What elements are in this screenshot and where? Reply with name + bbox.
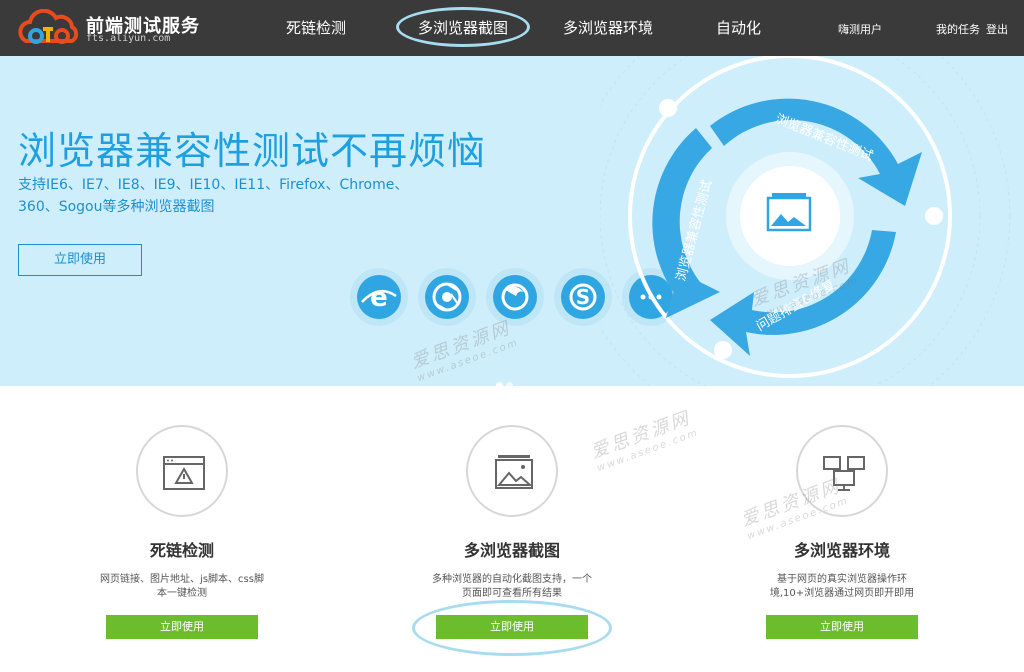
warning-window-icon: [162, 451, 206, 495]
feature-title: 死链检测: [64, 537, 300, 561]
top-nav: 前端测试服务 fts.aliyun.com 死链检测 多浏览器截图 多浏览器环境…: [0, 0, 1024, 56]
highlight-oval: [412, 600, 612, 656]
feature-desc-line: 境,10+浏览器通过网页即开即用: [724, 587, 960, 601]
feature-desc-line: 本一键检测: [64, 587, 300, 601]
cloud-logo-icon[interactable]: [18, 9, 80, 49]
my-tasks-link[interactable]: 我的任务: [936, 21, 980, 37]
svg-text:S: S: [576, 285, 590, 309]
feature-title: 多浏览器截图: [394, 537, 630, 561]
hero-subtitle: 支持IE6、IE7、IE8、IE9、IE10、IE11、Firefox、Chro…: [18, 174, 438, 218]
watermark: 爱思资源网www.aseoe.com: [587, 403, 701, 474]
hero-start-button[interactable]: 立即使用: [18, 244, 142, 276]
watermark: 爱思资源网www.aseoe.com: [737, 471, 851, 542]
user-name-link[interactable]: 嗨测用户: [838, 21, 882, 37]
hero-title: 浏览器兼容性测试不再烦恼: [18, 120, 486, 175]
nav-item-dead-link[interactable]: 死链检测: [286, 17, 346, 38]
feature-circle: [136, 425, 228, 517]
image-stack-icon: [492, 451, 536, 495]
feature-desc-line: 多种浏览器的自动化截图支持，一个: [394, 573, 630, 587]
carousel-dots: [496, 374, 516, 386]
logout-link[interactable]: 登出: [986, 21, 1008, 37]
feature-desc-line: 网页链接、图片地址、js脚本、css脚: [64, 573, 300, 587]
highlight-oval: [396, 7, 530, 47]
carousel-dot[interactable]: [506, 382, 513, 386]
nav-item-multi-browser-env[interactable]: 多浏览器环境: [563, 17, 653, 38]
feature-start-button[interactable]: 立即使用: [766, 615, 918, 639]
brand-url: fts.aliyun.com: [86, 33, 170, 44]
hero-subtitle-line2: 360、Sogou等多种浏览器截图: [18, 196, 438, 218]
feature-desc: 基于网页的真实浏览器操作环 境,10+浏览器通过网页即开即用: [724, 573, 960, 601]
feature-title: 多浏览器环境: [724, 537, 960, 561]
carousel-dot[interactable]: [496, 382, 503, 386]
feature-desc-line: 页面即可查看所有结果: [394, 587, 630, 601]
ie-icon[interactable]: e: [350, 268, 408, 326]
test-cycle-diagram: [600, 56, 1024, 386]
hero-subtitle-line1: 支持IE6、IE7、IE8、IE9、IE10、IE11、Firefox、Chro…: [18, 174, 438, 196]
feature-start-button[interactable]: 立即使用: [106, 615, 258, 639]
feature-desc-line: 基于网页的真实浏览器操作环: [724, 573, 960, 587]
feature-desc: 网页链接、图片地址、js脚本、css脚 本一键检测: [64, 573, 300, 601]
svg-text:e: e: [370, 283, 388, 313]
feature-circle: [466, 425, 558, 517]
feature-desc: 多种浏览器的自动化截图支持，一个 页面即可查看所有结果: [394, 573, 630, 601]
chrome-icon[interactable]: [418, 268, 476, 326]
nav-item-automation[interactable]: 自动化: [716, 17, 761, 38]
